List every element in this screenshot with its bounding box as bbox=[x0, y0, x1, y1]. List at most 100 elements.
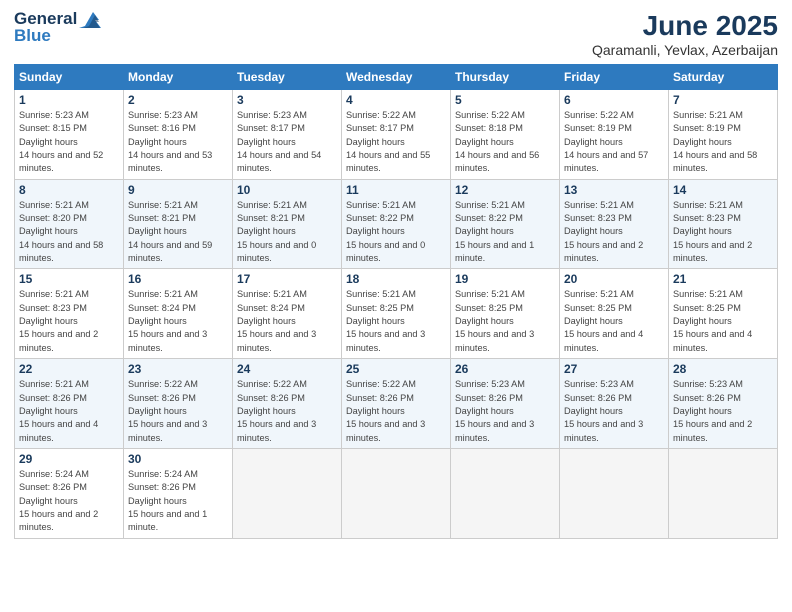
daylight-value: 15 hours and and 3 minutes. bbox=[128, 419, 207, 442]
day-info: Sunrise: 5:23 AM Sunset: 8:26 PM Dayligh… bbox=[673, 378, 773, 445]
day-number: 27 bbox=[564, 362, 664, 376]
daylight-value: 15 hours and and 3 minutes. bbox=[564, 419, 643, 442]
col-monday: Monday bbox=[124, 65, 233, 90]
daylight-value: 15 hours and and 3 minutes. bbox=[346, 329, 425, 352]
calendar-week-row: 1 Sunrise: 5:23 AM Sunset: 8:15 PM Dayli… bbox=[15, 90, 778, 180]
sunrise-label: Sunrise: 5:23 AM bbox=[455, 379, 525, 389]
sunset-label: Sunset: 8:17 PM bbox=[237, 123, 305, 133]
daylight-value: 15 hours and and 2 minutes. bbox=[673, 240, 752, 263]
day-info: Sunrise: 5:22 AM Sunset: 8:17 PM Dayligh… bbox=[346, 109, 446, 176]
sunset-label: Sunset: 8:26 PM bbox=[673, 393, 741, 403]
calendar-cell bbox=[451, 448, 560, 538]
daylight-value: 15 hours and and 2 minutes. bbox=[564, 240, 643, 263]
calendar-cell: 23 Sunrise: 5:22 AM Sunset: 8:26 PM Dayl… bbox=[124, 359, 233, 449]
daylight-value: 15 hours and and 3 minutes. bbox=[237, 419, 316, 442]
daylight-label: Daylight hours bbox=[237, 406, 296, 416]
daylight-label: Daylight hours bbox=[455, 226, 514, 236]
sunset-label: Sunset: 8:24 PM bbox=[128, 303, 196, 313]
sunset-label: Sunset: 8:21 PM bbox=[237, 213, 305, 223]
daylight-label: Daylight hours bbox=[455, 316, 514, 326]
day-number: 11 bbox=[346, 183, 446, 197]
calendar-cell: 3 Sunrise: 5:23 AM Sunset: 8:17 PM Dayli… bbox=[233, 90, 342, 180]
sunrise-label: Sunrise: 5:23 AM bbox=[564, 379, 634, 389]
day-number: 23 bbox=[128, 362, 228, 376]
day-info: Sunrise: 5:21 AM Sunset: 8:23 PM Dayligh… bbox=[673, 199, 773, 266]
calendar-cell bbox=[233, 448, 342, 538]
col-tuesday: Tuesday bbox=[233, 65, 342, 90]
calendar-cell: 22 Sunrise: 5:21 AM Sunset: 8:26 PM Dayl… bbox=[15, 359, 124, 449]
day-info: Sunrise: 5:21 AM Sunset: 8:24 PM Dayligh… bbox=[237, 288, 337, 355]
daylight-label: Daylight hours bbox=[346, 226, 405, 236]
sunrise-label: Sunrise: 5:23 AM bbox=[673, 379, 743, 389]
daylight-value: 14 hours and and 53 minutes. bbox=[128, 150, 212, 173]
sunrise-label: Sunrise: 5:21 AM bbox=[346, 200, 416, 210]
calendar-cell: 12 Sunrise: 5:21 AM Sunset: 8:22 PM Dayl… bbox=[451, 179, 560, 269]
daylight-value: 15 hours and and 4 minutes. bbox=[19, 419, 98, 442]
sunrise-label: Sunrise: 5:22 AM bbox=[237, 379, 307, 389]
calendar-week-row: 8 Sunrise: 5:21 AM Sunset: 8:20 PM Dayli… bbox=[15, 179, 778, 269]
sunrise-label: Sunrise: 5:21 AM bbox=[19, 200, 89, 210]
daylight-value: 15 hours and and 0 minutes. bbox=[346, 240, 425, 263]
calendar-cell: 26 Sunrise: 5:23 AM Sunset: 8:26 PM Dayl… bbox=[451, 359, 560, 449]
daylight-value: 15 hours and and 2 minutes. bbox=[19, 509, 98, 532]
sunset-label: Sunset: 8:23 PM bbox=[564, 213, 632, 223]
sunrise-label: Sunrise: 5:21 AM bbox=[673, 289, 743, 299]
sunset-label: Sunset: 8:21 PM bbox=[128, 213, 196, 223]
sunrise-label: Sunrise: 5:24 AM bbox=[128, 469, 198, 479]
day-info: Sunrise: 5:21 AM Sunset: 8:25 PM Dayligh… bbox=[564, 288, 664, 355]
calendar-cell bbox=[560, 448, 669, 538]
day-info: Sunrise: 5:23 AM Sunset: 8:26 PM Dayligh… bbox=[455, 378, 555, 445]
day-number: 24 bbox=[237, 362, 337, 376]
daylight-value: 15 hours and and 4 minutes. bbox=[564, 329, 643, 352]
day-number: 16 bbox=[128, 272, 228, 286]
day-info: Sunrise: 5:21 AM Sunset: 8:19 PM Dayligh… bbox=[673, 109, 773, 176]
day-number: 30 bbox=[128, 452, 228, 466]
day-number: 1 bbox=[19, 93, 119, 107]
calendar-cell: 29 Sunrise: 5:24 AM Sunset: 8:26 PM Dayl… bbox=[15, 448, 124, 538]
daylight-label: Daylight hours bbox=[346, 406, 405, 416]
sunset-label: Sunset: 8:25 PM bbox=[673, 303, 741, 313]
calendar-cell bbox=[669, 448, 778, 538]
calendar-week-row: 22 Sunrise: 5:21 AM Sunset: 8:26 PM Dayl… bbox=[15, 359, 778, 449]
calendar-title: June 2025 bbox=[592, 10, 778, 42]
sunset-label: Sunset: 8:16 PM bbox=[128, 123, 196, 133]
calendar-cell: 13 Sunrise: 5:21 AM Sunset: 8:23 PM Dayl… bbox=[560, 179, 669, 269]
daylight-value: 14 hours and and 57 minutes. bbox=[564, 150, 648, 173]
daylight-label: Daylight hours bbox=[19, 316, 78, 326]
col-friday: Friday bbox=[560, 65, 669, 90]
sunrise-label: Sunrise: 5:21 AM bbox=[19, 379, 89, 389]
header-row: Sunday Monday Tuesday Wednesday Thursday… bbox=[15, 65, 778, 90]
day-info: Sunrise: 5:22 AM Sunset: 8:19 PM Dayligh… bbox=[564, 109, 664, 176]
daylight-value: 15 hours and and 3 minutes. bbox=[128, 329, 207, 352]
daylight-label: Daylight hours bbox=[346, 316, 405, 326]
calendar-cell: 4 Sunrise: 5:22 AM Sunset: 8:17 PM Dayli… bbox=[342, 90, 451, 180]
daylight-value: 15 hours and and 3 minutes. bbox=[237, 329, 316, 352]
sunset-label: Sunset: 8:22 PM bbox=[346, 213, 414, 223]
daylight-label: Daylight hours bbox=[673, 137, 732, 147]
calendar-cell: 8 Sunrise: 5:21 AM Sunset: 8:20 PM Dayli… bbox=[15, 179, 124, 269]
sunrise-label: Sunrise: 5:22 AM bbox=[128, 379, 198, 389]
sunrise-label: Sunrise: 5:21 AM bbox=[673, 110, 743, 120]
sunset-label: Sunset: 8:23 PM bbox=[19, 303, 87, 313]
calendar-subtitle: Qaramanli, Yevlax, Azerbaijan bbox=[592, 42, 778, 58]
daylight-label: Daylight hours bbox=[673, 226, 732, 236]
calendar-cell: 21 Sunrise: 5:21 AM Sunset: 8:25 PM Dayl… bbox=[669, 269, 778, 359]
calendar-cell: 10 Sunrise: 5:21 AM Sunset: 8:21 PM Dayl… bbox=[233, 179, 342, 269]
day-info: Sunrise: 5:24 AM Sunset: 8:26 PM Dayligh… bbox=[128, 468, 228, 535]
day-info: Sunrise: 5:22 AM Sunset: 8:18 PM Dayligh… bbox=[455, 109, 555, 176]
calendar-cell: 17 Sunrise: 5:21 AM Sunset: 8:24 PM Dayl… bbox=[233, 269, 342, 359]
calendar-cell: 2 Sunrise: 5:23 AM Sunset: 8:16 PM Dayli… bbox=[124, 90, 233, 180]
sunrise-label: Sunrise: 5:21 AM bbox=[455, 200, 525, 210]
sunrise-label: Sunrise: 5:21 AM bbox=[673, 200, 743, 210]
day-number: 6 bbox=[564, 93, 664, 107]
daylight-label: Daylight hours bbox=[128, 316, 187, 326]
daylight-label: Daylight hours bbox=[564, 316, 623, 326]
day-info: Sunrise: 5:21 AM Sunset: 8:22 PM Dayligh… bbox=[346, 199, 446, 266]
sunrise-label: Sunrise: 5:23 AM bbox=[19, 110, 89, 120]
sunset-label: Sunset: 8:26 PM bbox=[346, 393, 414, 403]
sunset-label: Sunset: 8:20 PM bbox=[19, 213, 87, 223]
day-number: 19 bbox=[455, 272, 555, 286]
calendar-cell: 25 Sunrise: 5:22 AM Sunset: 8:26 PM Dayl… bbox=[342, 359, 451, 449]
title-block: June 2025 Qaramanli, Yevlax, Azerbaijan bbox=[592, 10, 778, 58]
daylight-value: 14 hours and and 54 minutes. bbox=[237, 150, 321, 173]
